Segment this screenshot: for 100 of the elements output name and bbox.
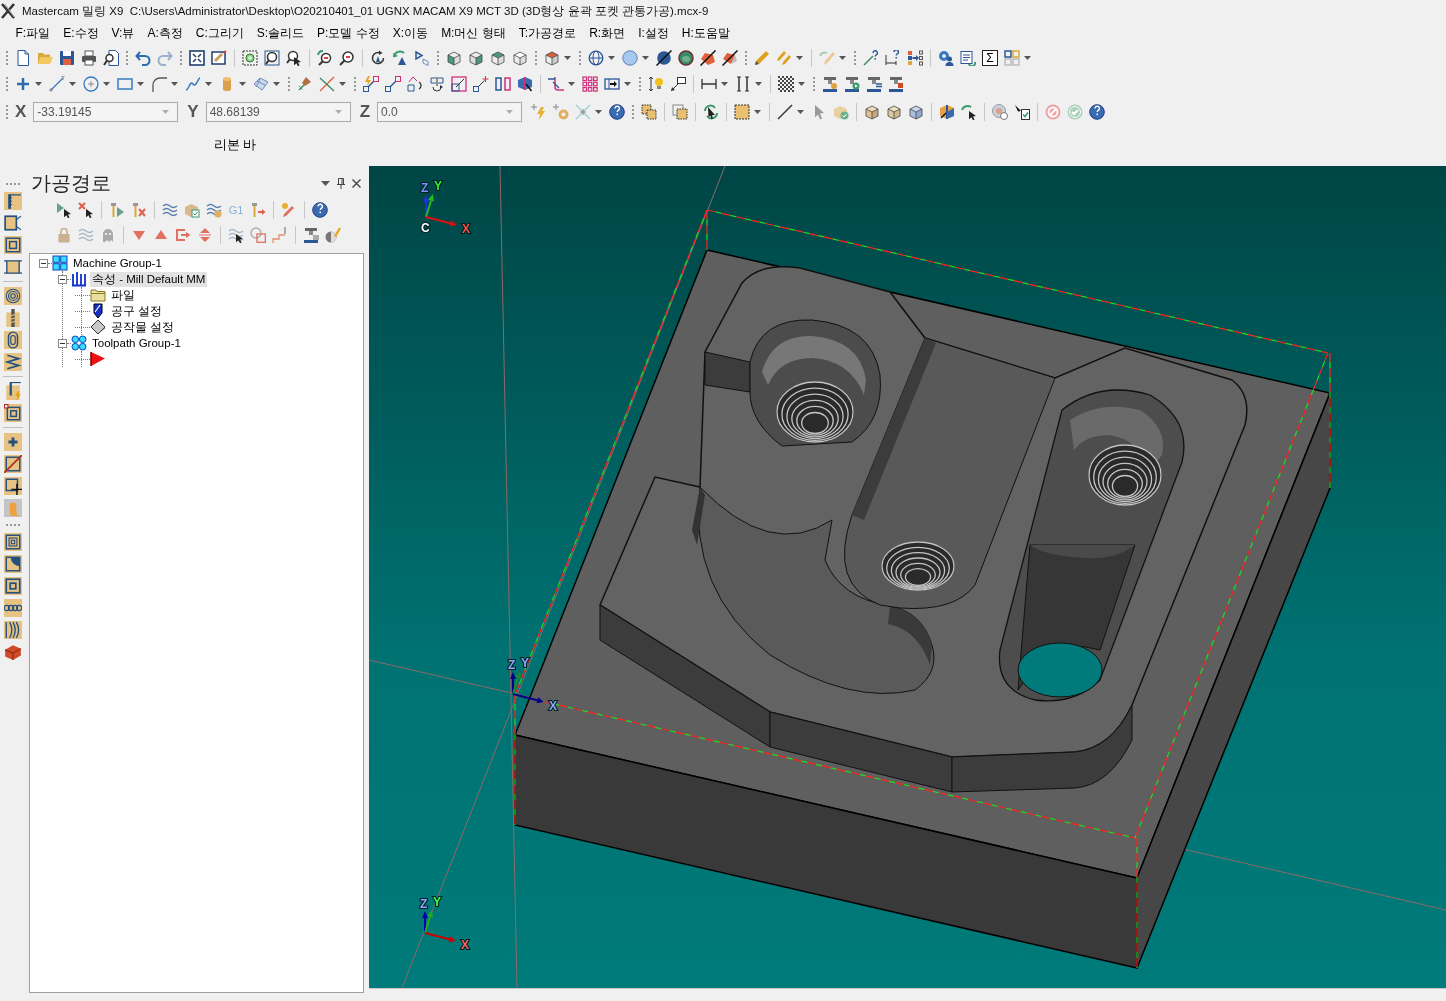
caret-icon[interactable] [273,82,280,86]
cube-icon[interactable] [886,104,903,120]
bracket-arrow-icon[interactable] [175,226,191,243]
diagonal-tile-icon[interactable] [4,455,22,473]
paintbrush-icon[interactable] [211,50,227,66]
tool-arrow-icon[interactable] [250,202,266,218]
cube-icon[interactable] [468,50,484,66]
refresh-cursor-icon[interactable] [703,104,720,120]
grid-icon[interactable] [1004,50,1020,66]
collapse-icon[interactable] [58,338,67,348]
overlapping-squares-icon[interactable] [672,104,689,120]
pencil-dot-icon[interactable] [281,202,297,218]
nested-squares-icon[interactable] [4,533,22,551]
menu-item[interactable]: T:가공경로 [512,22,583,44]
arrow-box-icon[interactable] [604,76,620,92]
caret-icon[interactable] [321,180,330,186]
collapse-icon[interactable] [39,258,48,268]
nested-squares-icon[interactable] [4,404,22,422]
document-refresh-icon[interactable] [960,50,976,66]
zoom-out-icon[interactable] [317,50,333,66]
caret-icon[interactable] [721,82,728,86]
waves-cursor-icon[interactable] [228,226,244,243]
shaded-sphere-icon[interactable] [678,50,694,66]
mirror-icon[interactable] [429,76,445,92]
play-cursor-icon[interactable] [56,202,72,218]
caret-icon[interactable] [1024,56,1031,60]
check-circle-icon[interactable] [1067,104,1084,120]
tree-item[interactable]: Machine Group-1 [71,255,164,271]
menu-item[interactable]: C:그리기 [189,22,251,44]
brush-icon[interactable] [297,76,313,92]
caret-icon[interactable] [35,82,42,86]
tree-item[interactable]: 속성 - Mill Default MM [90,271,208,287]
tool-cross-icon[interactable] [131,202,147,218]
waves-icon[interactable] [162,202,178,218]
caret-icon[interactable] [608,56,615,60]
x-cursor-icon[interactable] [78,202,94,218]
slashed-solid-icon[interactable] [700,50,716,66]
nested-squares-icon[interactable] [4,577,22,595]
document-icon[interactable] [15,50,31,66]
target-circles-icon[interactable] [992,104,1009,120]
printer-icon[interactable] [81,50,97,66]
box-check-icon[interactable] [184,202,200,218]
lightbulb-icon[interactable] [648,76,664,92]
double-triangle-icon[interactable] [197,226,213,243]
zoom-window-icon[interactable] [242,50,258,66]
cube-icon[interactable] [490,50,506,66]
ring-user-icon[interactable] [938,50,954,66]
wireframe-sphere-icon[interactable] [588,50,604,66]
slashed-sphere-icon[interactable] [656,50,672,66]
drill-bit-icon[interactable] [4,309,22,327]
sum-button[interactable]: Σ [982,50,998,66]
caret-icon[interactable] [69,82,76,86]
caret-icon[interactable] [205,82,212,86]
slot-icon[interactable] [4,331,22,349]
caret-icon[interactable] [754,110,762,114]
machine-block-icon[interactable] [888,76,904,92]
clamped-square-icon[interactable] [4,214,22,232]
sphere-pencil-icon[interactable] [325,226,341,243]
lightning-arrow-icon[interactable] [363,76,379,92]
tree-item[interactable]: 공구 설정 [109,303,165,319]
menu-item[interactable]: H:도움말 [675,22,737,44]
cube-icon[interactable] [908,104,925,120]
caret-icon[interactable] [595,110,603,114]
cursor-back-icon[interactable] [961,104,978,120]
spline-icon[interactable] [185,76,201,92]
plus-icon[interactable] [15,76,31,92]
close-icon[interactable] [352,178,361,188]
undo-icon[interactable] [135,50,151,66]
triangle-marker-icon[interactable] [90,351,106,367]
caret-icon[interactable] [103,82,110,86]
menu-item[interactable]: X:이동 [386,22,435,44]
checkerboard-icon[interactable] [778,76,794,92]
cube-icon[interactable] [544,50,560,66]
caret-icon[interactable] [339,82,346,86]
arcs-icon[interactable] [4,621,22,639]
circle-icon[interactable] [83,76,99,92]
caret-icon[interactable] [568,82,575,86]
sphere-icon[interactable] [622,50,638,66]
cube-icon[interactable] [864,104,881,120]
tree-item[interactable]: 공작물 설정 [109,319,177,335]
circle-chain-icon[interactable] [4,599,22,617]
fit-screen-icon[interactable] [189,50,205,66]
machine-dot-icon[interactable] [822,76,838,92]
arc-icon[interactable] [151,76,167,92]
menu-item[interactable]: V:뷰 [105,22,141,44]
dashed-square-icon[interactable] [734,104,751,120]
rotate-shape-icon[interactable] [407,76,423,92]
line-query-icon[interactable] [863,50,879,66]
tree-item[interactable]: 파일 [109,287,137,303]
caret-icon[interactable] [624,82,631,86]
pin-icon[interactable] [337,177,345,189]
circle-square-icon[interactable] [250,226,266,243]
help-icon[interactable] [312,202,328,218]
document-magnifier-icon[interactable] [103,50,119,66]
rotate-view-icon[interactable] [370,50,386,66]
square-arrow-icon[interactable] [385,76,401,92]
tool-play-icon[interactable] [109,202,125,218]
columns-icon[interactable] [495,76,511,92]
zigzag-icon[interactable] [4,353,22,371]
zoom-out-icon[interactable] [339,50,355,66]
